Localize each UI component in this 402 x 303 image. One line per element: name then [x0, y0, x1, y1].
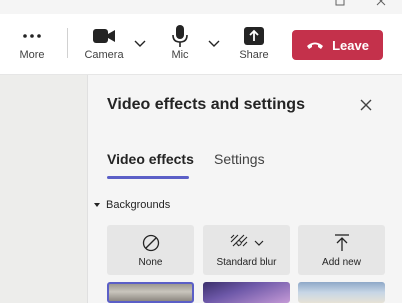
more-dots-icon — [19, 24, 45, 48]
mic-label: Mic — [171, 49, 189, 61]
add-new-label: Add new — [322, 257, 361, 268]
background-thumbnail-1[interactable] — [107, 282, 194, 303]
leave-label: Leave — [332, 37, 369, 53]
mic-button[interactable]: Mic — [160, 14, 200, 74]
mic-options-chevron-icon[interactable] — [207, 37, 221, 51]
share-button[interactable]: Share — [234, 14, 274, 74]
maximize-icon[interactable] — [334, 0, 346, 8]
chevron-down-icon — [254, 234, 264, 252]
share-screen-icon — [241, 24, 267, 48]
blur-icon — [230, 234, 248, 253]
leave-button[interactable]: Leave — [292, 30, 383, 60]
background-thumbnail-2[interactable] — [203, 282, 290, 303]
close-window-icon[interactable] — [375, 0, 387, 8]
none-circle-icon — [142, 234, 160, 252]
more-button[interactable]: More — [12, 14, 52, 74]
background-thumbnail-3[interactable] — [298, 282, 385, 303]
backgrounds-label: Backgrounds — [106, 199, 171, 211]
collapse-triangle-icon — [94, 203, 100, 207]
blur-tile-icons — [230, 234, 264, 252]
active-tab-indicator — [107, 176, 189, 179]
camera-label: Camera — [84, 49, 124, 61]
standard-blur-label: Standard blur — [216, 257, 277, 268]
background-none-tile[interactable]: None — [107, 225, 194, 275]
backgrounds-section-toggle[interactable]: Backgrounds — [94, 199, 170, 211]
share-label: Share — [239, 49, 269, 61]
panel-title: Video effects and settings — [107, 96, 305, 113]
tab-video-effects[interactable]: Video effects — [107, 151, 194, 167]
camera-icon — [91, 24, 117, 48]
meeting-stage — [0, 75, 88, 303]
background-blur-tile[interactable]: Standard blur — [203, 225, 290, 275]
close-panel-icon[interactable] — [358, 97, 374, 113]
more-label: More — [19, 49, 45, 61]
tab-settings[interactable]: Settings — [214, 151, 265, 167]
camera-button[interactable]: Camera — [84, 14, 124, 74]
toolbar-divider — [67, 28, 68, 58]
microphone-icon — [167, 24, 193, 48]
upload-icon — [334, 234, 350, 252]
camera-options-chevron-icon[interactable] — [133, 37, 147, 51]
none-label: None — [138, 257, 163, 268]
hang-up-icon — [306, 38, 324, 53]
background-add-new-tile[interactable]: Add new — [298, 225, 385, 275]
